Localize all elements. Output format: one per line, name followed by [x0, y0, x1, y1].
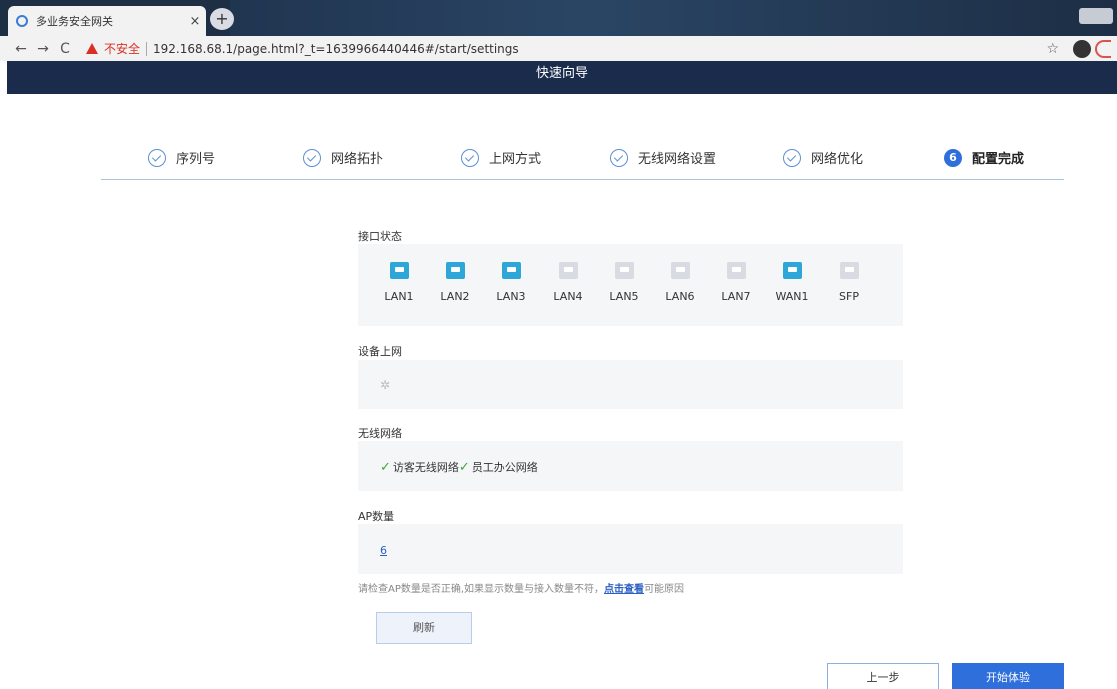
port-label: LAN4	[553, 290, 583, 303]
wizard-steps: 序列号 网络拓扑 上网方式 无线网络设置 网络优化 6 配置完成	[101, 138, 1064, 180]
port-label: WAN1	[775, 290, 809, 303]
wireless-network-guest: 访客无线网络	[392, 461, 459, 474]
ethernet-port-icon	[614, 262, 634, 279]
green-check-icon: ✓	[380, 459, 391, 475]
address-bar[interactable]: 不安全 192.168.68.1/page.html?_t=1639966440…	[86, 38, 1046, 59]
port-label: LAN5	[609, 290, 639, 303]
step-complete: 6 配置完成	[944, 148, 1024, 167]
ap-count-panel: 6	[358, 524, 903, 574]
port-list: LAN1 LAN2 LAN3 LAN4 LAN5 LAN6 LAN7 WAN1 …	[358, 244, 903, 326]
check-circle-icon	[783, 148, 801, 167]
page-title: 快速向导	[535, 66, 588, 81]
ap-hint-text: 请检查AP数量是否正确,如果显示数量与接入数量不符，	[358, 584, 605, 595]
step-serial: 序列号	[148, 148, 215, 167]
port-label: LAN3	[496, 290, 526, 303]
check-circle-icon	[610, 148, 628, 167]
step-optimize: 网络优化	[783, 148, 863, 167]
green-check-icon: ✓	[458, 459, 470, 475]
device-online-label: 设备上网	[358, 345, 402, 358]
browser-window: 多业务安全网关 × + ← → C 不安全 192.168.68.1/page.…	[0, 0, 1117, 689]
check-circle-icon	[148, 148, 166, 167]
window-controls[interactable]	[1079, 8, 1113, 24]
port-label: LAN2	[440, 290, 470, 303]
step-connection: 上网方式	[461, 148, 541, 167]
port-label: LAN6	[665, 290, 695, 303]
step-label: 配置完成	[972, 152, 1025, 167]
step-topology: 网络拓扑	[303, 148, 383, 167]
new-tab-button[interactable]: +	[210, 8, 234, 30]
device-online-panel: ✲	[358, 360, 903, 409]
favicon-icon	[16, 15, 28, 27]
ethernet-port-icon	[501, 262, 521, 279]
step-number-icon: 6	[944, 148, 962, 167]
step-label: 序列号	[176, 152, 216, 167]
ap-count-label: AP数量	[358, 510, 395, 523]
security-warning[interactable]: 不安全	[104, 40, 140, 57]
port-item: LAN6	[660, 262, 700, 303]
step-label: 网络优化	[811, 152, 864, 167]
ap-count-link[interactable]: 6	[380, 544, 387, 557]
back-arrow-icon[interactable]: ←	[10, 41, 32, 57]
wireless-panel: ✓ 访客无线网络 ✓ 员工办公网络	[358, 441, 903, 491]
browser-toolbar: ← → C 不安全 192.168.68.1/page.html?_t=1639…	[0, 36, 1117, 61]
step-label: 网络拓扑	[331, 152, 384, 167]
url-text[interactable]: 192.168.68.1/page.html?_t=1639966440446#…	[153, 42, 519, 56]
refresh-button[interactable]: 刷新	[376, 612, 472, 644]
ap-hint: 请检查AP数量是否正确,如果显示数量与接入数量不符，点击查看可能原因	[358, 580, 684, 595]
ethernet-port-icon	[726, 262, 746, 279]
check-circle-icon	[303, 148, 321, 167]
ethernet-port-icon	[558, 262, 578, 279]
toolbar-right-icons: ☆	[1046, 39, 1111, 58]
port-item: SFP	[829, 262, 869, 303]
bookmark-star-icon[interactable]: ☆	[1046, 41, 1059, 57]
step-label: 无线网络设置	[638, 152, 717, 167]
ethernet-port-icon	[839, 262, 859, 279]
check-circle-icon	[461, 148, 479, 167]
profile-icon[interactable]	[1095, 39, 1111, 58]
port-item: LAN3	[491, 262, 531, 303]
step-wireless: 无线网络设置	[610, 148, 716, 167]
port-label: LAN1	[384, 290, 414, 303]
ethernet-port-icon	[445, 262, 465, 279]
account-icon[interactable]	[1073, 39, 1091, 58]
step-label: 上网方式	[489, 152, 542, 167]
close-tab-icon[interactable]: ×	[184, 14, 206, 29]
ap-hint-suffix: 可能原因	[644, 584, 685, 595]
page-header: 快速向导	[7, 61, 1117, 94]
ethernet-port-icon	[389, 262, 409, 279]
port-item: LAN7	[716, 262, 756, 303]
start-experience-button[interactable]: 开始体验	[952, 663, 1064, 689]
port-item: LAN5	[604, 262, 644, 303]
port-label: LAN7	[721, 290, 751, 303]
tab-strip-background	[230, 0, 1117, 36]
port-item: LAN1	[379, 262, 419, 303]
wireless-network-staff: 员工办公网络	[471, 461, 538, 474]
wireless-label: 无线网络	[358, 427, 402, 440]
wireless-network-list: ✓ 访客无线网络 ✓ 员工办公网络	[380, 459, 538, 475]
previous-step-button[interactable]: 上一步	[827, 663, 939, 689]
port-item: LAN4	[548, 262, 588, 303]
ethernet-port-icon	[670, 262, 690, 279]
browser-tab[interactable]: 多业务安全网关 ×	[8, 6, 206, 36]
reload-icon[interactable]: C	[54, 41, 76, 57]
interface-status-label: 接口状态	[358, 230, 402, 243]
warning-icon	[86, 43, 98, 54]
port-label: SFP	[839, 290, 859, 303]
ethernet-port-icon	[782, 262, 802, 279]
view-reason-link[interactable]: 点击查看	[604, 584, 644, 595]
tab-strip: 多业务安全网关 × +	[0, 0, 1117, 36]
interface-status-panel: LAN1 LAN2 LAN3 LAN4 LAN5 LAN6 LAN7 WAN1 …	[358, 244, 903, 326]
tab-title: 多业务安全网关	[36, 15, 113, 28]
loading-spinner-icon: ✲	[380, 378, 391, 392]
address-separator	[146, 41, 148, 56]
port-item: WAN1	[772, 262, 812, 303]
port-item: LAN2	[435, 262, 475, 303]
forward-arrow-icon[interactable]: →	[32, 41, 54, 57]
